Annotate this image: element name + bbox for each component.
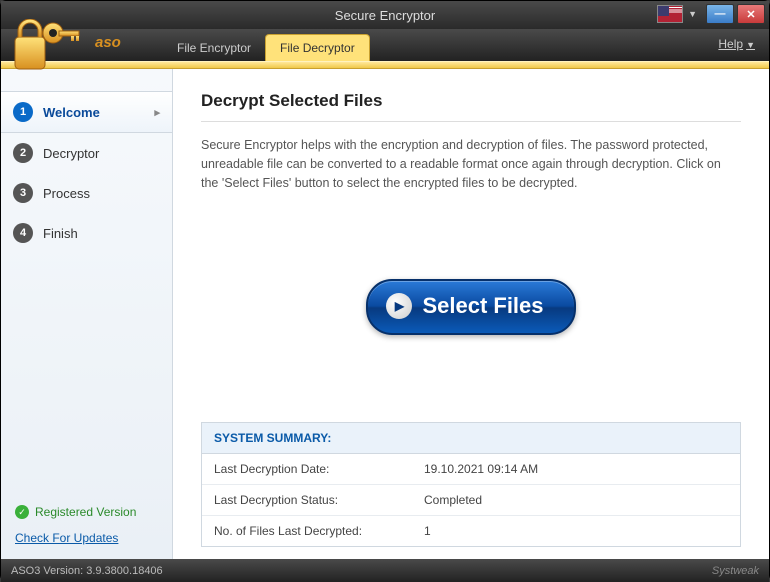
step-label: Decryptor: [43, 146, 99, 161]
divider: [201, 121, 741, 122]
header-bar: aso File Encryptor File Decryptor Help▼: [1, 29, 769, 61]
system-summary-panel: SYSTEM SUMMARY: Last Decryption Date: 19…: [201, 422, 741, 547]
key-lock-icon: [9, 19, 81, 77]
help-label: Help: [718, 37, 743, 51]
sidebar-step-welcome[interactable]: 1 Welcome: [1, 91, 172, 133]
summary-label: Last Decryption Date:: [214, 462, 424, 476]
titlebar: Secure Encryptor ▼ — ✕: [1, 1, 769, 29]
summary-row: Last Decryption Status: Completed: [202, 485, 740, 516]
summary-value: Completed: [424, 493, 482, 507]
help-link[interactable]: Help▼: [718, 37, 755, 51]
step-label: Process: [43, 186, 90, 201]
registered-label: Registered Version: [35, 505, 136, 519]
summary-label: Last Decryption Status:: [214, 493, 424, 507]
select-files-button[interactable]: ▶ Select Files: [366, 279, 575, 335]
select-files-label: Select Files: [422, 293, 543, 319]
chevron-down-icon: ▼: [746, 40, 755, 50]
check-updates-link[interactable]: Check For Updates: [15, 531, 158, 545]
page-description: Secure Encryptor helps with the encrypti…: [201, 136, 741, 192]
language-dropdown-arrow[interactable]: ▼: [688, 9, 697, 19]
summary-value: 19.10.2021 09:14 AM: [424, 462, 538, 476]
brand-label: aso: [95, 34, 121, 51]
tab-file-decryptor[interactable]: File Decryptor: [265, 34, 370, 61]
summary-title: SYSTEM SUMMARY:: [202, 423, 740, 454]
check-icon: ✓: [15, 505, 29, 519]
summary-label: No. of Files Last Decrypted:: [214, 524, 424, 538]
main-area: 1 Welcome 2 Decryptor 3 Process 4 Finish…: [1, 69, 769, 559]
summary-row: Last Decryption Date: 19.10.2021 09:14 A…: [202, 454, 740, 485]
play-icon: ▶: [386, 293, 412, 319]
close-button[interactable]: ✕: [737, 4, 765, 24]
page-heading: Decrypt Selected Files: [201, 91, 741, 111]
step-number: 3: [13, 183, 33, 203]
status-bar: ASO3 Version: 3.9.3800.18406 Systweak: [1, 559, 769, 582]
minimize-button[interactable]: —: [706, 4, 734, 24]
step-label: Welcome: [43, 105, 100, 120]
sidebar: 1 Welcome 2 Decryptor 3 Process 4 Finish…: [1, 69, 173, 559]
watermark: Systweak: [712, 565, 759, 577]
summary-row: No. of Files Last Decrypted: 1: [202, 516, 740, 546]
step-number: 2: [13, 143, 33, 163]
window-title: Secure Encryptor: [335, 8, 435, 23]
summary-value: 1: [424, 524, 431, 538]
version-label: ASO3 Version: 3.9.3800.18406: [11, 565, 163, 577]
step-number: 4: [13, 223, 33, 243]
step-label: Finish: [43, 226, 78, 241]
sidebar-step-finish[interactable]: 4 Finish: [1, 213, 172, 253]
tab-file-encryptor[interactable]: File Encryptor: [163, 35, 265, 61]
sidebar-step-process[interactable]: 3 Process: [1, 173, 172, 213]
language-flag-icon[interactable]: [657, 5, 683, 23]
step-number: 1: [13, 102, 33, 122]
tab-strip: File Encryptor File Decryptor: [163, 29, 370, 61]
sidebar-step-decryptor[interactable]: 2 Decryptor: [1, 133, 172, 173]
content-panel: Decrypt Selected Files Secure Encryptor …: [173, 69, 769, 559]
registered-status: ✓ Registered Version: [15, 505, 158, 519]
gold-divider: [1, 61, 769, 69]
